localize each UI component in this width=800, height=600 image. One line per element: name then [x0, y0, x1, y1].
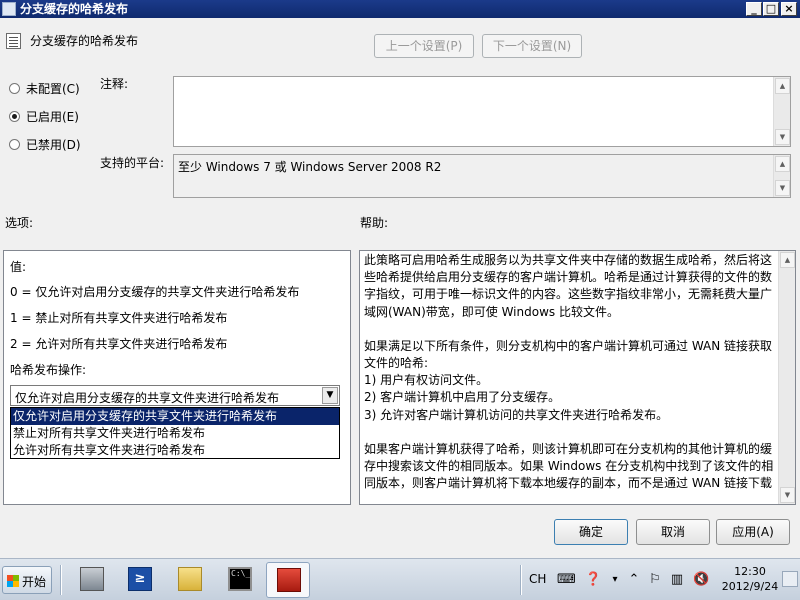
start-button[interactable]: 开始 — [2, 566, 52, 594]
options-panel: 值: 0 = 仅允许对启用分支缓存的共享文件夹进行哈希发布 1 = 禁止对所有共… — [3, 250, 351, 505]
radio-disabled[interactable]: 已禁用(D) — [9, 136, 81, 153]
show-hidden-icons-icon[interactable]: ⌃ — [626, 572, 642, 588]
taskbar-separator — [60, 565, 62, 595]
minimize-button[interactable]: _ — [746, 2, 762, 16]
scroll-up-icon[interactable]: ▲ — [775, 78, 790, 94]
help-scrollbar[interactable]: ▲ ▼ — [778, 251, 795, 504]
radio-circle[interactable] — [9, 139, 20, 150]
scroll-down-icon[interactable]: ▼ — [775, 180, 790, 196]
taskbar-app-server-manager[interactable] — [70, 562, 114, 598]
taskbar-app-powershell[interactable]: ≥ — [118, 562, 162, 598]
hash-operation-dropdown: 仅允许对启用分支缓存的共享文件夹进行哈希发布 禁止对所有共享文件夹进行哈希发布 … — [10, 407, 340, 459]
show-desktop-button[interactable] — [782, 571, 798, 587]
radio-label: 已禁用(D) — [26, 138, 81, 152]
clock-date: 2012/9/24 — [721, 580, 779, 593]
help-paragraph: 1) 用户有权访问文件。 — [364, 373, 489, 388]
maximize-button[interactable]: □ — [763, 2, 779, 16]
help-paragraph: 此策略可启用哈希生成服务以为共享文件夹中存储的数据生成哈希，然后将这些哈希提供给… — [364, 253, 773, 319]
help-text: 此策略可启用哈希生成服务以为共享文件夹中存储的数据生成哈希，然后将这些哈希提供给… — [364, 252, 774, 492]
select-value: 仅允许对启用分支缓存的共享文件夹进行哈希发布 — [15, 391, 280, 405]
value-label: 值: — [10, 260, 27, 274]
keyboard-icon[interactable]: ⌨ — [557, 572, 576, 588]
comment-textarea[interactable]: ▲ ▼ — [173, 76, 791, 147]
toolbox-icon — [277, 568, 301, 592]
scroll-up-icon[interactable]: ▲ — [775, 156, 790, 172]
cancel-button[interactable]: 取消 — [636, 519, 710, 545]
command-prompt-icon: C:\_ — [228, 567, 252, 591]
help-icon[interactable]: ❓ — [585, 572, 601, 588]
windows-logo-icon — [7, 575, 19, 587]
apply-button[interactable]: 应用(A) — [716, 519, 790, 545]
dropdown-option[interactable]: 允许对所有共享文件夹进行哈希发布 — [11, 442, 339, 459]
help-paragraph: 2) 客户端计算机中启用了分支缓存。 — [364, 390, 561, 405]
close-button[interactable]: × — [781, 2, 797, 16]
help-paragraph: 如果满足以下所有条件，则分支机构中的客户端计算机可通过 WAN 链接获取文件的哈… — [364, 338, 773, 371]
dialog-body: 分支缓存的哈希发布 上一个设置(P) 下一个设置(N) 未配置(C) 已启用(E… — [0, 18, 800, 558]
dropdown-option[interactable]: 禁止对所有共享文件夹进行哈希发布 — [11, 425, 339, 442]
radio-label: 未配置(C) — [26, 82, 80, 96]
help-paragraph: 如果客户端计算机获得了哈希，则该计算机即可在分支机构的其他计算机的缓存中搜索该文… — [364, 441, 774, 491]
explorer-folder-icon — [178, 567, 202, 591]
scroll-up-icon[interactable]: ▲ — [780, 252, 795, 268]
help-panel: 此策略可启用哈希生成服务以为共享文件夹中存储的数据生成哈希，然后将这些哈希提供给… — [359, 250, 796, 505]
policy-setting-icon — [6, 33, 21, 49]
chevron-down-icon[interactable]: ▼ — [322, 387, 338, 404]
platform-value: 至少 Windows 7 或 Windows Server 2008 R2 — [178, 160, 442, 174]
help-section-label: 帮助: — [360, 216, 389, 230]
help-paragraph: 3) 允许对客户端计算机访问的共享文件夹进行哈希发布。 — [364, 407, 669, 422]
scroll-down-icon[interactable]: ▼ — [780, 487, 795, 503]
comment-scrollbar[interactable]: ▲ ▼ — [773, 77, 790, 146]
network-icon[interactable]: ▥ — [669, 572, 685, 588]
action-center-flag-icon[interactable]: ⚐ — [647, 572, 663, 588]
taskbar-app-toolbox[interactable] — [266, 562, 310, 598]
radio-label: 已启用(E) — [26, 110, 79, 124]
powershell-icon: ≥ — [128, 567, 152, 591]
radio-circle-selected[interactable] — [9, 111, 20, 122]
title-bar: 分支缓存的哈希发布 _ □ × — [0, 0, 800, 18]
option-line: 2 = 允许对所有共享文件夹进行哈希发布 — [10, 337, 228, 351]
options-section-label: 选项: — [5, 216, 34, 230]
radio-not-configured[interactable]: 未配置(C) — [9, 80, 80, 97]
option-line: 1 = 禁止对所有共享文件夹进行哈希发布 — [10, 311, 228, 325]
scroll-down-icon[interactable]: ▼ — [775, 129, 790, 145]
taskbar-app-explorer[interactable] — [168, 562, 212, 598]
hash-operation-label: 哈希发布操作: — [10, 363, 87, 377]
start-label: 开始 — [22, 575, 47, 589]
ok-button[interactable]: 确定 — [554, 519, 628, 545]
dropdown-option[interactable]: 仅允许对启用分支缓存的共享文件夹进行哈希发布 — [11, 408, 339, 425]
taskbar: 开始 ≥ C:\_ CH ⌨ ❓ ▾ ⌃ ⚐ ▥ 🔇 12:30 2012/9/… — [0, 558, 800, 600]
radio-circle[interactable] — [9, 83, 20, 94]
taskbar-separator — [520, 565, 522, 595]
window-title: 分支缓存的哈希发布 — [20, 2, 129, 16]
setting-title: 分支缓存的哈希发布 — [30, 34, 139, 48]
next-setting-button[interactable]: 下一个设置(N) — [482, 34, 582, 58]
hash-operation-select[interactable]: 仅允许对启用分支缓存的共享文件夹进行哈希发布 ▼ — [10, 385, 340, 406]
ime-options-icon[interactable]: ▾ — [607, 572, 623, 588]
platform-field: 至少 Windows 7 或 Windows Server 2008 R2 ▲ … — [173, 154, 791, 198]
option-line: 0 = 仅允许对启用分支缓存的共享文件夹进行哈希发布 — [10, 285, 300, 299]
volume-muted-icon[interactable]: 🔇 — [693, 572, 709, 588]
radio-enabled[interactable]: 已启用(E) — [9, 108, 79, 125]
previous-setting-button[interactable]: 上一个设置(P) — [374, 34, 474, 58]
taskbar-app-command-prompt[interactable]: C:\_ — [218, 562, 262, 598]
system-clock[interactable]: 12:30 2012/9/24 — [718, 564, 782, 594]
platform-scrollbar[interactable]: ▲ ▼ — [773, 155, 790, 197]
server-manager-icon — [80, 567, 104, 591]
comment-label: 注释: — [100, 77, 129, 91]
platform-label: 支持的平台: — [100, 156, 165, 170]
language-indicator[interactable]: CH — [529, 572, 546, 586]
window-app-icon — [2, 2, 16, 16]
clock-time: 12:30 — [734, 565, 766, 578]
